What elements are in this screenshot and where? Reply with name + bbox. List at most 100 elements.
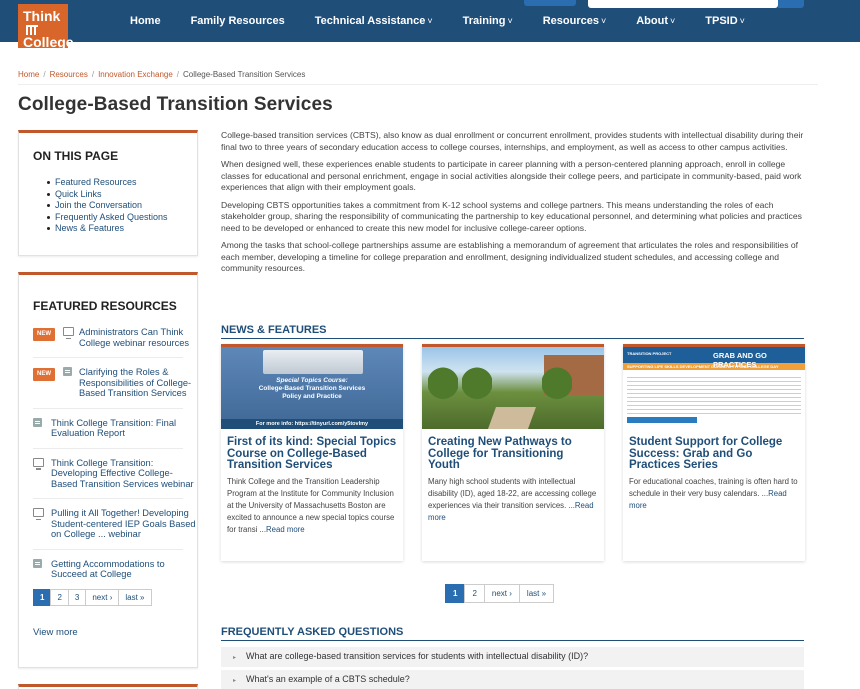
- page-title: College-Based Transition Services: [18, 94, 333, 115]
- nav-home[interactable]: Home: [130, 15, 161, 27]
- nav-technical-assistance[interactable]: Technical Assistance ˅: [315, 15, 433, 27]
- caret-right-icon: ▸: [233, 655, 237, 661]
- thumbnail-title: Special Topics Course: College-Based Tra…: [258, 377, 366, 400]
- new-badge: NEW: [33, 368, 55, 381]
- toc-link-faq[interactable]: Frequently Asked Questions: [47, 212, 197, 224]
- news-pager: 1 2 next › last »: [445, 584, 555, 603]
- document-icon: [33, 558, 42, 568]
- nav-about[interactable]: About ˅: [636, 15, 675, 27]
- news-thumbnail: Special Topics Course: College-Based Tra…: [221, 347, 403, 429]
- pager-next[interactable]: next ›: [483, 584, 520, 603]
- resource-title: Pulling it All Together! Developing Stud…: [51, 508, 196, 539]
- chevron-down-icon: ˅: [600, 16, 607, 26]
- chevron-down-icon: ˅: [427, 16, 433, 26]
- intro-paragraph: Among the tasks that school-college part…: [221, 240, 799, 273]
- resource-item[interactable]: Pulling it All Together! Developing Stud…: [33, 508, 197, 540]
- nav-tpsid[interactable]: TPSID ˅: [705, 15, 745, 27]
- intro-paragraph: College-based transition services (CBTS)…: [221, 130, 804, 152]
- resource-item[interactable]: Think College Transition: Developing Eff…: [33, 457, 197, 490]
- chevron-down-icon: ˅: [670, 16, 676, 26]
- pager-next[interactable]: next ›: [85, 588, 120, 606]
- breadcrumb: Home / Resources / Innovation Exchange / Colle…: [18, 70, 306, 79]
- toc-link-quick-links[interactable]: Quick Links: [47, 189, 197, 201]
- nav-training[interactable]: Training ˅: [463, 15, 513, 27]
- news-card-title[interactable]: First of its kind: Special Topics Course…: [221, 429, 403, 472]
- news-thumbnail: TRANSITION PROJECTGRAB AND GO PRACTICES …: [623, 347, 805, 429]
- news-card-title[interactable]: Creating New Pathways to College for Tra…: [422, 429, 604, 472]
- path-image: [487, 407, 537, 429]
- divider: [33, 548, 183, 550]
- news-cards: Special Topics Course: College-Based Tra…: [221, 344, 805, 561]
- thumbnail-tag: [627, 417, 697, 423]
- caret-right-icon: ▸: [233, 678, 237, 684]
- view-more-link[interactable]: View more: [33, 627, 197, 638]
- main-nav: Home Family Resources Technical Assistan…: [130, 0, 775, 42]
- news-card-title[interactable]: Student Support for College Success: Gra…: [623, 429, 805, 472]
- resource-item[interactable]: NEW Clarifying the Roles & Responsibilit…: [33, 367, 197, 399]
- logo-line2: College: [23, 34, 74, 50]
- intro-paragraph: When designed well, these experiences en…: [221, 159, 802, 192]
- document-icon: [33, 417, 42, 427]
- toc-link-featured-resources[interactable]: Featured Resources: [47, 177, 197, 189]
- featured-pager: 1 2 3 next › last »: [33, 588, 173, 606]
- nav-resources[interactable]: Resources ˅: [543, 15, 607, 27]
- pager-page-1[interactable]: 1: [445, 584, 466, 603]
- monitor-icon: [63, 327, 74, 339]
- news-card[interactable]: TRANSITION PROJECTGRAB AND GO PRACTICES …: [623, 344, 805, 561]
- resource-item[interactable]: NEW Administrators Can Think College web…: [33, 327, 197, 348]
- featured-resources-heading: FEATURED RESOURCES: [33, 299, 177, 313]
- intro-paragraph: Developing CBTS opportunities takes a co…: [221, 199, 802, 233]
- divider: [33, 447, 183, 449]
- nav-family-resources[interactable]: Family Resources: [191, 15, 285, 27]
- faq-item[interactable]: ▸ What's an example of a CBTS schedule?: [221, 670, 804, 689]
- news-card[interactable]: Special Topics Course: College-Based Tra…: [221, 344, 403, 561]
- resource-item[interactable]: Think College Transition: Final Evaluati…: [33, 417, 197, 439]
- tree-image: [542, 364, 572, 419]
- think-college-logo[interactable]: Think College: [18, 4, 74, 50]
- featured-resources-box: FEATURED RESOURCES NEW Administrators Ca…: [18, 272, 198, 668]
- pager-page-1[interactable]: 1: [33, 588, 52, 606]
- divider: [33, 407, 183, 409]
- monitor-icon: [33, 508, 44, 520]
- chevron-down-icon: ˅: [739, 16, 745, 26]
- faq-item[interactable]: ▸ What are college-based transition servi…: [221, 647, 804, 667]
- pager-page-2[interactable]: 2: [464, 584, 485, 603]
- intro-text: College-based transition services (CBTS)…: [221, 130, 811, 281]
- breadcrumb-home[interactable]: Home: [18, 70, 39, 79]
- news-card-text: Think College and the Transition Leaders…: [227, 476, 395, 534]
- top-navigation-bar: Think College Home Family Resources Tech…: [0, 0, 860, 49]
- thumbnail-text-lines: [627, 374, 801, 414]
- toc-link-join-conversation[interactable]: Join the Conversation: [47, 200, 197, 212]
- resource-title: Getting Accommodations to Succeed at Col…: [51, 558, 165, 580]
- news-card-text: Many high school students with intellect…: [428, 476, 597, 522]
- pager-last[interactable]: last »: [518, 584, 555, 603]
- thumbnail-footer: For more info: https://tinyurl.com/y5tov…: [221, 419, 403, 429]
- laptop-image: [263, 350, 363, 374]
- search-button[interactable]: [778, 0, 804, 8]
- faq-question: What's an example of a CBTS schedule?: [246, 674, 410, 684]
- news-card[interactable]: Creating New Pathways to College for Tra…: [422, 344, 604, 561]
- faq-heading: FREQUENTLY ASKED QUESTIONS: [221, 626, 804, 641]
- pager-page-3[interactable]: 3: [67, 588, 87, 606]
- read-more-link[interactable]: ...Read more: [260, 525, 305, 534]
- pager-page-2[interactable]: 2: [50, 588, 69, 606]
- breadcrumb-innovation-exchange[interactable]: Innovation Exchange: [98, 70, 173, 79]
- divider: [33, 357, 183, 358]
- divider: [33, 498, 183, 499]
- thumbnail-subheader: SUPPORTING LIFE SKILLS DEVELOPMENT DURIN…: [623, 363, 805, 370]
- monitor-icon: [33, 457, 44, 470]
- news-features-heading: NEWS & FEATURES: [221, 324, 804, 339]
- pager-last[interactable]: last »: [118, 588, 152, 606]
- thumbnail-header: TRANSITION PROJECTGRAB AND GO PRACTICES: [623, 347, 805, 369]
- breadcrumb-current: College-Based Transition Services: [183, 70, 306, 79]
- toc-link-news-features[interactable]: News & Features: [47, 223, 197, 235]
- tree-image: [462, 364, 492, 419]
- resource-item[interactable]: Getting Accommodations to Succeed at Col…: [33, 558, 197, 580]
- resource-title: Clarifying the Roles & Responsibilities …: [79, 367, 192, 398]
- logo-line1: Think: [23, 8, 61, 24]
- divider: [18, 84, 818, 85]
- new-badge: NEW: [33, 328, 55, 341]
- breadcrumb-resources[interactable]: Resources: [50, 70, 88, 79]
- news-card-text: For educational coaches, training is oft…: [629, 476, 798, 510]
- chevron-down-icon: ˅: [507, 16, 513, 26]
